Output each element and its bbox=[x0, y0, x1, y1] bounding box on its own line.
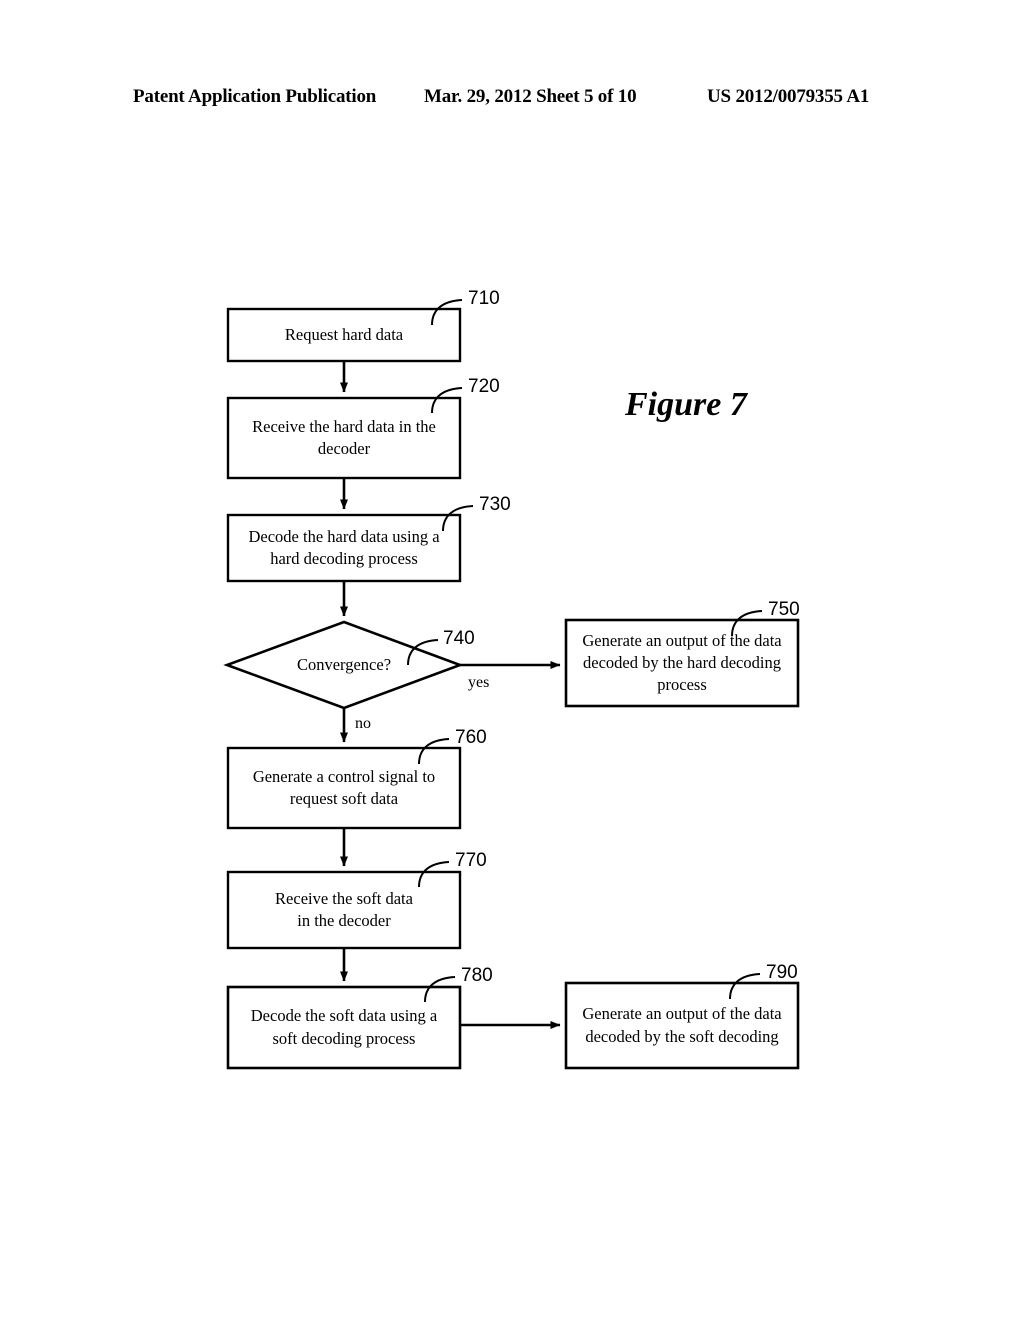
reference-numeral-790: 790 bbox=[766, 962, 798, 983]
node-label-720-line-2: decoder bbox=[317, 439, 371, 458]
node-label-720-line-1: Receive the hard data in the bbox=[252, 416, 436, 436]
node-label-760-line-1: Generate a control signal to bbox=[252, 766, 436, 786]
node-label-730-line-1: Decode the hard data using a bbox=[248, 526, 440, 546]
reference-numeral-720: 720 bbox=[468, 376, 500, 397]
reference-numeral-740: 740 bbox=[443, 628, 475, 649]
reference-numeral-760: 760 bbox=[455, 727, 487, 748]
node-label-750: Generate an output of the data decoded b… bbox=[566, 620, 798, 706]
node-label-750-line-2: decoded by the hard decoding bbox=[583, 652, 781, 672]
node-label-790-line-2: decoded by the soft decoding bbox=[585, 1026, 779, 1046]
node-label-730: Decode the hard data using a hard decodi… bbox=[228, 515, 460, 581]
reference-numeral-750: 750 bbox=[768, 599, 800, 620]
node-label-780-line-1: Decode the soft data using a bbox=[250, 1006, 438, 1026]
node-label-710: Request hard data bbox=[228, 309, 460, 361]
patent-drawing-page: Patent Application Publication Mar. 29, … bbox=[0, 0, 1024, 1320]
node-label-740-line-1: Convergence? bbox=[296, 654, 392, 674]
node-label-740: Convergence? bbox=[258, 622, 430, 708]
node-label-760-line-2: request soft data bbox=[289, 789, 399, 808]
flowchart-diagram bbox=[223, 299, 800, 1070]
node-label-720: Receive the hard data in the decoder bbox=[228, 398, 460, 478]
reference-numeral-780: 780 bbox=[461, 965, 493, 986]
node-label-770-line-2: in the decoder bbox=[297, 911, 391, 930]
node-label-750-line-3: process bbox=[657, 675, 707, 695]
node-label-790-line-1: Generate an output of the data bbox=[582, 1004, 782, 1024]
node-label-750-line-1: Generate an output of the data bbox=[582, 630, 782, 650]
node-label-730-line-2: hard decoding process bbox=[270, 549, 418, 568]
edge-label-no: no bbox=[355, 715, 371, 732]
node-label-780: Decode the soft data using a soft decodi… bbox=[228, 987, 460, 1068]
node-label-710-line-1: Request hard data bbox=[284, 324, 404, 344]
edge-label-yes: yes bbox=[468, 674, 490, 691]
node-label-790: Generate an output of the data decoded b… bbox=[566, 983, 798, 1068]
reference-numeral-710: 710 bbox=[468, 288, 500, 309]
node-label-780-line-2: soft decoding process bbox=[272, 1028, 416, 1048]
reference-numeral-730: 730 bbox=[479, 494, 511, 515]
node-label-770-line-1: Receive the soft data bbox=[275, 888, 413, 908]
node-label-760: Generate a control signal to request sof… bbox=[228, 748, 460, 828]
reference-numeral-770: 770 bbox=[455, 850, 487, 871]
node-label-770: Receive the soft data in the decoder bbox=[228, 872, 460, 948]
